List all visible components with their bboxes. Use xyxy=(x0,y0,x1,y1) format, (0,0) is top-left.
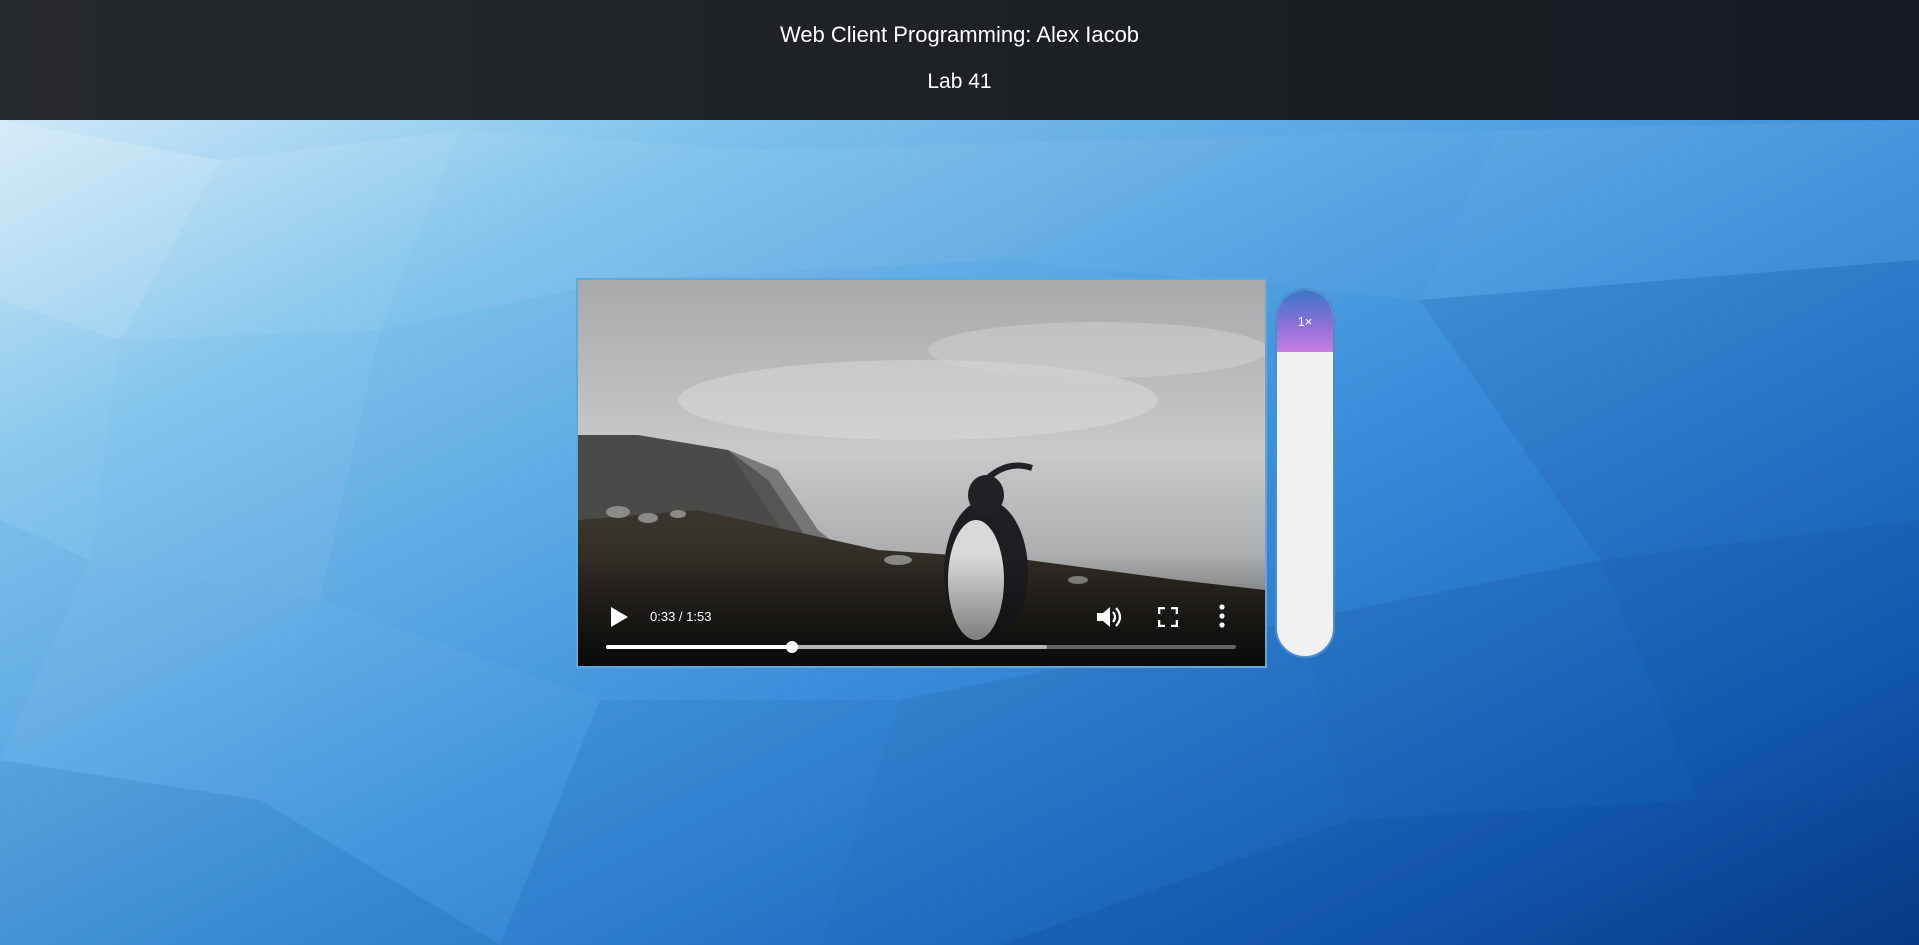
seek-bar[interactable] xyxy=(606,641,1236,653)
speed-fill: 1× xyxy=(1277,290,1333,353)
volume-icon[interactable] xyxy=(1095,604,1123,630)
video-player[interactable]: 0:33 / 1:53 xyxy=(576,278,1267,668)
time-display: 0:33 / 1:53 xyxy=(650,609,712,624)
page-subtitle: Lab 41 xyxy=(927,70,992,93)
fullscreen-icon[interactable] xyxy=(1157,606,1179,628)
page-title: Web Client Programming: Alex Iacob xyxy=(779,22,1140,47)
playback-speed-slider[interactable]: 1× xyxy=(1275,288,1335,658)
speed-label: 1× xyxy=(1297,314,1313,329)
played-bar xyxy=(606,645,792,649)
more-options-icon[interactable] xyxy=(1218,604,1226,628)
page-header: Web Client Programming: Alex Iacob Lab 4… xyxy=(0,0,1919,120)
play-icon[interactable] xyxy=(608,605,630,629)
seek-thumb[interactable] xyxy=(785,641,798,653)
